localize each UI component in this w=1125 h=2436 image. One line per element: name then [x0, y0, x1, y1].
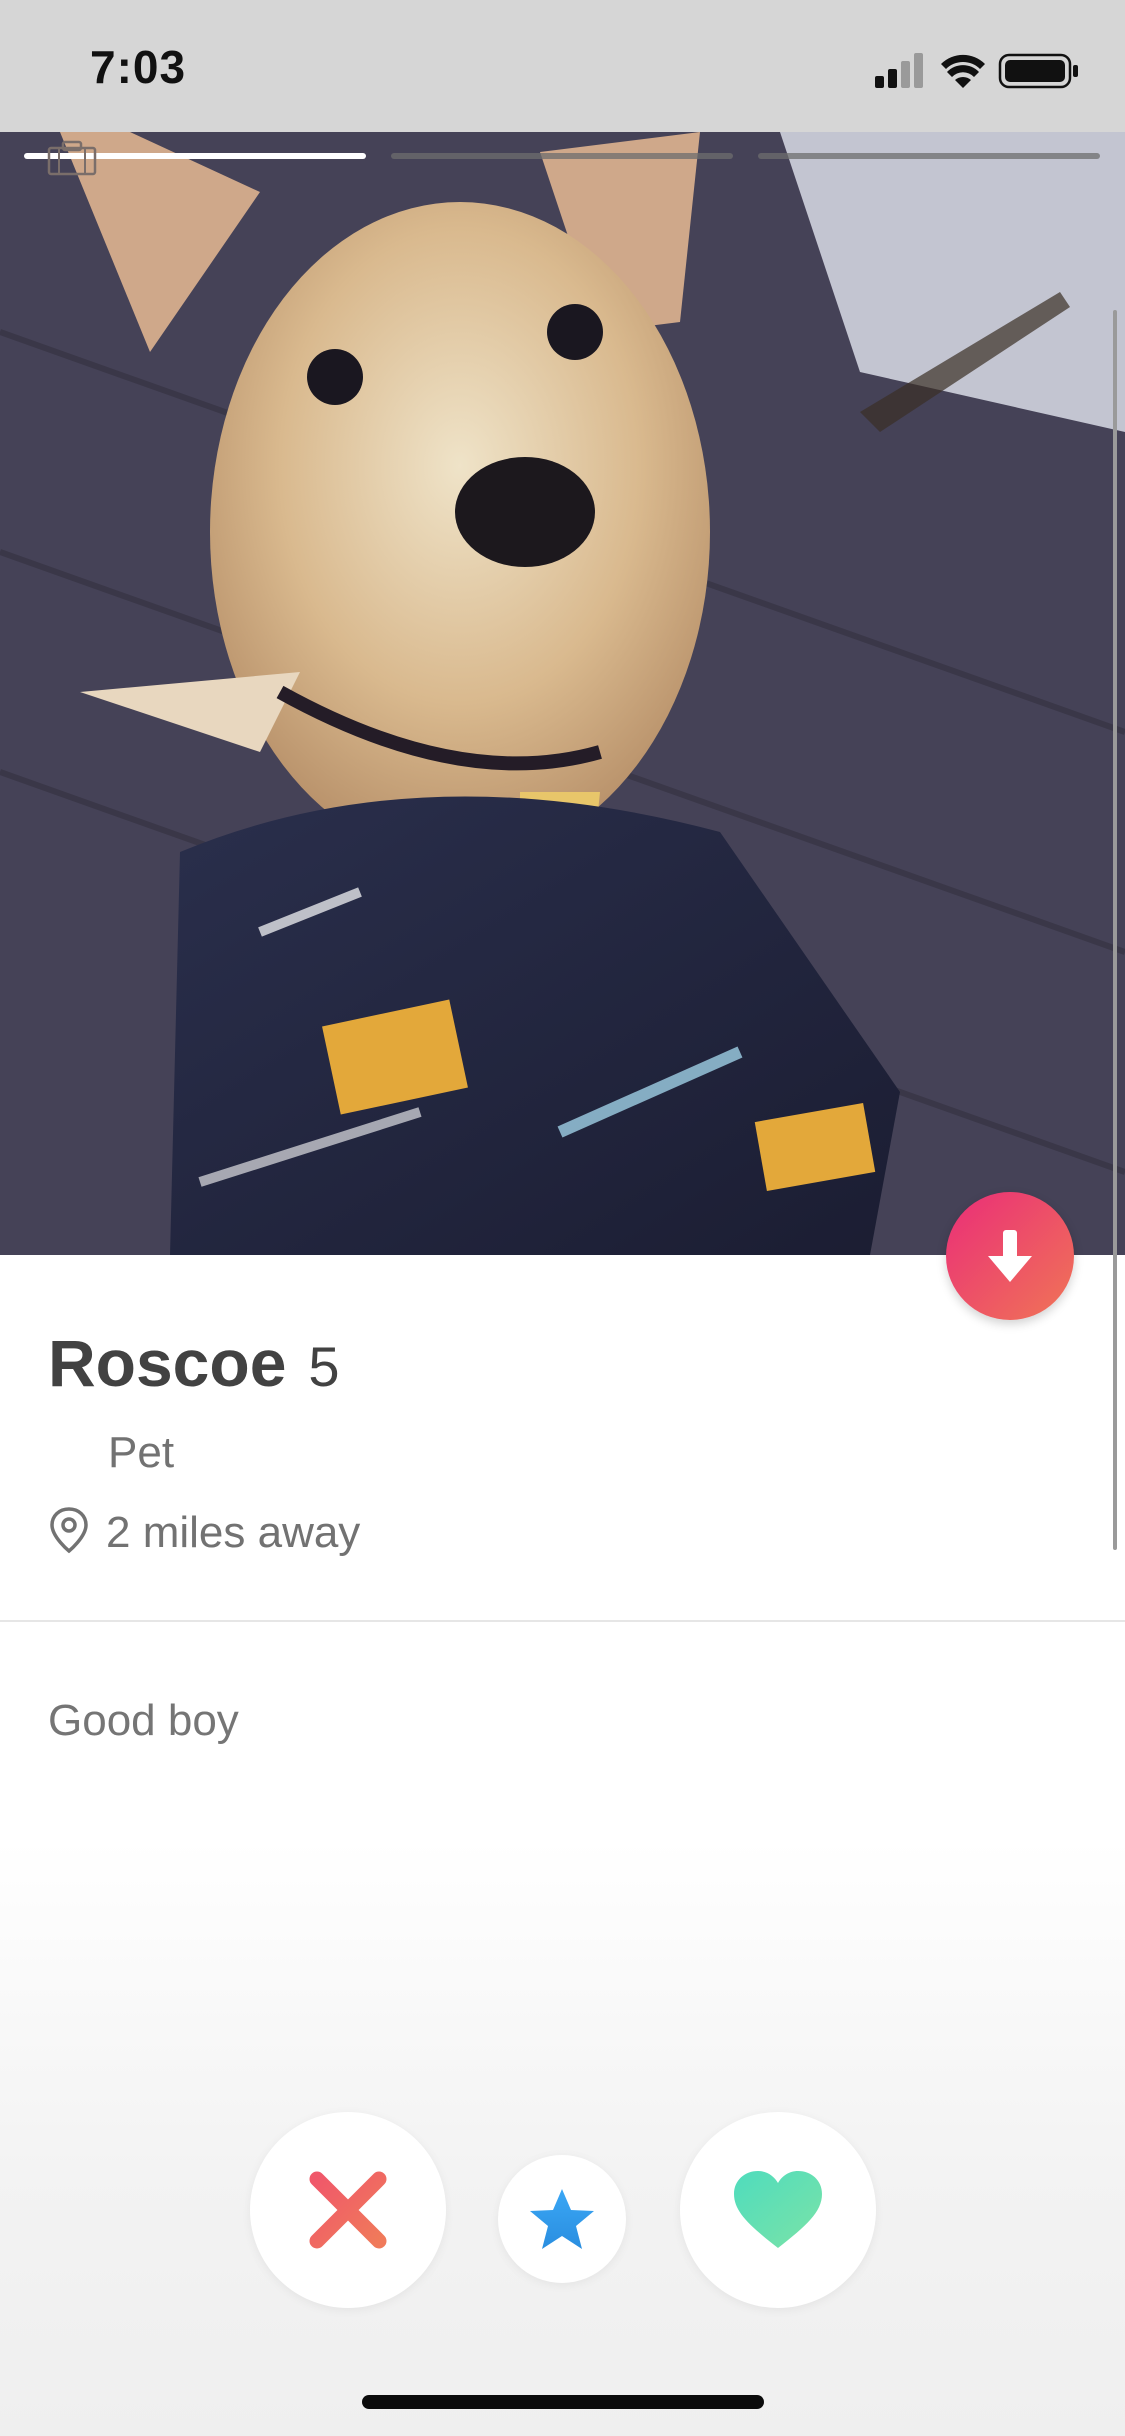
heart-icon [734, 2171, 822, 2248]
profile-name: Roscoe [48, 1326, 287, 1400]
status-icons [875, 50, 1085, 90]
scrollbar[interactable] [1113, 310, 1117, 1550]
arrow-down-icon [988, 1230, 1032, 1282]
profile-distance: 2 miles away [106, 1507, 361, 1557]
close-x-icon [309, 2171, 387, 2249]
photo-progress-3 [758, 153, 1100, 159]
profile-job: Pet [108, 1428, 175, 1477]
nope-button[interactable] [250, 2112, 446, 2308]
dog-photo [0, 132, 1125, 1255]
profile-bio: Good boy [48, 1696, 239, 1745]
section-divider [0, 1620, 1125, 1622]
star-icon [530, 2189, 594, 2249]
collapse-profile-button[interactable] [946, 1192, 1074, 1320]
name-line: Roscoe 5 [48, 1325, 340, 1401]
profile-photo[interactable] [0, 132, 1125, 1255]
status-bar: 7:03 [0, 0, 1125, 132]
photo-progress-2 [391, 153, 733, 159]
battery-icon [998, 53, 1078, 89]
status-time: 7:03 [90, 41, 187, 93]
action-bar-background [0, 1840, 1125, 2436]
briefcase-icon [47, 140, 97, 181]
location-pin-icon [48, 1506, 90, 1559]
super-like-button[interactable] [498, 2155, 626, 2283]
home-indicator[interactable] [362, 2395, 764, 2409]
cellular-signal-icon [875, 53, 923, 88]
wifi-icon [941, 54, 985, 88]
distance-row: 2 miles away [48, 1506, 360, 1559]
like-button[interactable] [680, 2112, 876, 2308]
profile-age: 5 [308, 1335, 340, 1398]
